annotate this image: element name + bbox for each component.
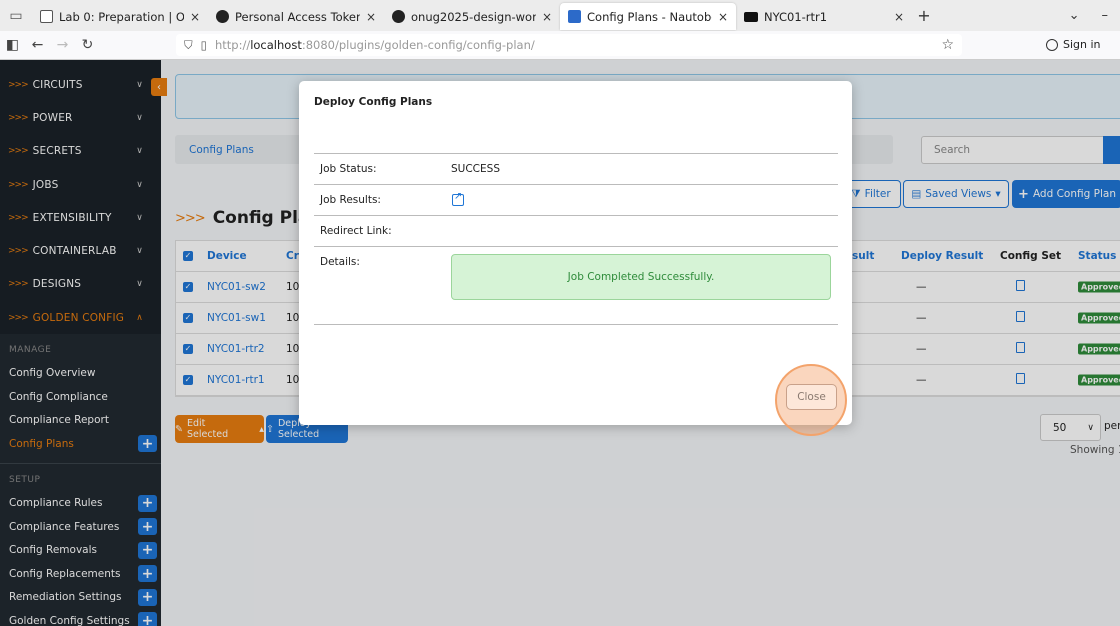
nautobot-icon xyxy=(568,10,581,23)
document-icon xyxy=(40,10,53,23)
browser-tab-5[interactable]: NYC01-rtr1 × xyxy=(736,3,912,30)
tab-title: Lab 0: Preparation | ONUG 2 xyxy=(59,9,184,24)
back-icon[interactable]: ← xyxy=(25,37,50,53)
job-details-table: Job Status: SUCCESS Job Results: Redirec… xyxy=(314,153,838,325)
page-icon: ▯ xyxy=(200,38,207,52)
minimize-icon[interactable]: – xyxy=(1102,8,1109,23)
github-icon xyxy=(392,10,405,23)
close-icon[interactable]: × xyxy=(894,10,904,24)
redirect-link-row: Redirect Link: xyxy=(314,216,838,247)
close-icon[interactable]: × xyxy=(718,10,728,24)
sidebar-toggle-icon[interactable]: ◧ xyxy=(0,37,25,53)
external-link-icon[interactable] xyxy=(452,191,464,206)
tab-title: NYC01-rtr1 xyxy=(764,9,828,24)
close-icon[interactable]: × xyxy=(190,10,200,24)
sign-in-label: Sign in xyxy=(1063,38,1101,51)
chevron-down-icon[interactable]: ⌄ xyxy=(1069,8,1080,23)
browser-tab-4-active[interactable]: Config Plans - Nautobot × xyxy=(560,3,736,30)
github-icon xyxy=(216,10,229,23)
tab-list-icon[interactable]: ▭ xyxy=(0,0,32,31)
new-tab-icon[interactable]: + xyxy=(912,6,936,25)
close-icon[interactable]: × xyxy=(366,10,376,24)
job-results-label: Job Results: xyxy=(320,194,381,206)
sign-in-button[interactable]: Sign in xyxy=(1046,38,1101,51)
tab-title: Config Plans - Nautobot xyxy=(587,9,712,24)
close-icon[interactable]: × xyxy=(542,10,552,24)
job-status-label: Job Status: xyxy=(320,163,377,175)
reload-icon[interactable]: ↻ xyxy=(75,37,100,53)
window-controls: ⌄ – xyxy=(1069,8,1120,23)
job-status-value: SUCCESS xyxy=(451,163,500,175)
browser-tab-2[interactable]: Personal Access Tokens ( × xyxy=(208,3,384,30)
success-message: Job Completed Successfully. xyxy=(451,254,831,300)
browser-tab-1[interactable]: Lab 0: Preparation | ONUG 2 × xyxy=(32,3,208,30)
star-icon[interactable]: ☆ xyxy=(941,37,954,53)
account-icon xyxy=(1046,38,1058,51)
tab-title: onug2025-design-worksh xyxy=(411,9,536,24)
close-button[interactable]: Close xyxy=(786,384,837,410)
job-results-row: Job Results: xyxy=(314,185,838,216)
details-row: Details: Job Completed Successfully. xyxy=(314,247,838,325)
url-bar[interactable]: ⛉ ▯ http://localhost:8080/plugins/golden… xyxy=(176,34,962,56)
redirect-link-label: Redirect Link: xyxy=(320,225,392,237)
tab-title: Personal Access Tokens ( xyxy=(235,9,360,24)
url-text: http://localhost:8080/plugins/golden-con… xyxy=(214,38,535,52)
deploy-config-plans-modal: Deploy Config Plans Job Status: SUCCESS … xyxy=(299,81,852,436)
modal-title: Deploy Config Plans xyxy=(314,96,433,108)
browser-tab-bar: ▭ Lab 0: Preparation | ONUG 2 × Personal… xyxy=(0,0,1120,31)
browser-nav-bar: ◧ ← → ↻ ⛉ ▯ http://localhost:8080/plugin… xyxy=(0,31,1120,60)
details-label: Details: xyxy=(320,256,360,268)
forward-icon[interactable]: → xyxy=(50,37,75,53)
job-status-row: Job Status: SUCCESS xyxy=(314,154,838,185)
browser-tab-3[interactable]: onug2025-design-worksh × xyxy=(384,3,560,30)
terminal-icon xyxy=(744,11,758,22)
shield-icon: ⛉ xyxy=(184,37,193,52)
